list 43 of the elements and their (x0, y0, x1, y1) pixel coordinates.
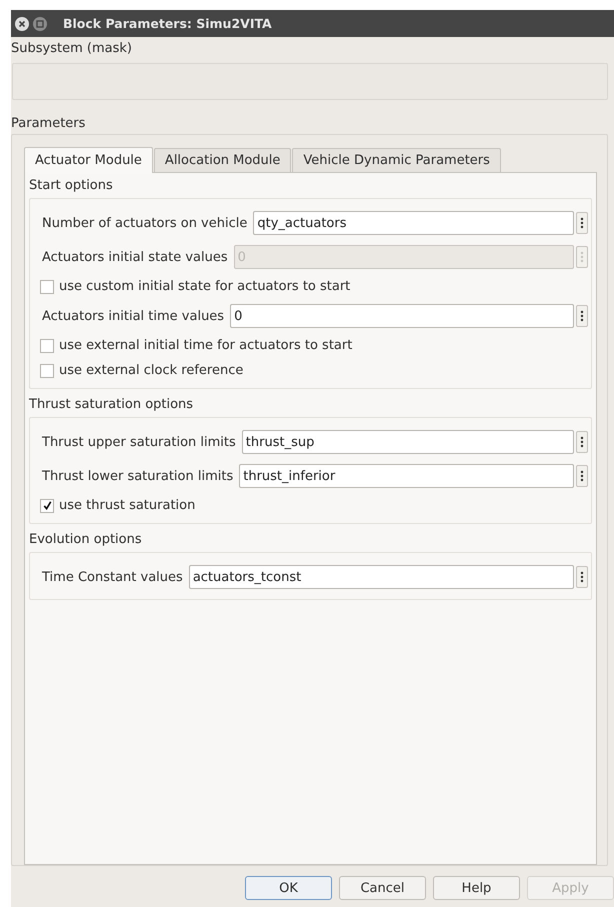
input-field[interactable]: 0 (230, 304, 574, 328)
field-label: Actuators initial time values (42, 308, 224, 324)
more-options-button[interactable] (576, 305, 588, 327)
window-title: Block Parameters: Simu2VITA (63, 16, 272, 31)
vertical-dots-icon (580, 570, 584, 584)
more-options-button[interactable] (576, 431, 588, 453)
field-label: Thrust upper saturation limits (42, 434, 236, 450)
more-options-button[interactable] (576, 566, 588, 588)
more-options-button[interactable] (576, 465, 588, 487)
checkbox[interactable] (40, 280, 54, 294)
section-label: Parameters (11, 116, 86, 132)
input-field[interactable]: qty_actuators (253, 211, 574, 235)
group-title: Evolution options (29, 532, 143, 548)
dialog-button[interactable]: Cancel (339, 876, 426, 900)
checkbox-label: use custom initial state for actuators to start (59, 279, 350, 294)
tab[interactable]: Actuator Module (24, 147, 153, 173)
tab[interactable]: Allocation Module (154, 148, 292, 172)
group-title: Start options (29, 178, 114, 194)
close-icon[interactable] (15, 16, 29, 30)
vertical-dots-icon (580, 435, 584, 449)
section-label: Subsystem (mask) (11, 41, 133, 57)
vertical-dots-icon (580, 469, 584, 483)
checkbox-label: use external clock reference (59, 363, 244, 378)
dialog-button[interactable]: OK (245, 876, 332, 900)
vertical-dots-icon (580, 309, 584, 323)
checkbox-label: use thrust saturation (59, 498, 196, 513)
input-field[interactable]: thrust_inferior (239, 464, 574, 488)
input-field[interactable]: actuators_tconst (188, 565, 574, 589)
checkbox[interactable] (40, 364, 54, 378)
checkbox[interactable] (40, 498, 54, 512)
vertical-dots-icon (580, 250, 584, 264)
field-label: Actuators initial state values (42, 250, 228, 264)
field-label: Time Constant values (42, 570, 183, 584)
checkbox[interactable] (40, 338, 54, 352)
tab[interactable]: Vehicle Dynamic Parameters (292, 148, 501, 172)
vertical-dots-icon (580, 216, 584, 230)
dialog-button[interactable]: Help (433, 876, 520, 900)
checkbox-label: use external initial time for actuators to start (59, 338, 352, 353)
input-field[interactable]: thrust_sup (242, 430, 574, 454)
field-label: Number of actuators on vehicle (42, 216, 248, 230)
field-label: Thrust lower saturation limits (42, 468, 234, 484)
group-title: Thrust saturation options (29, 397, 194, 413)
more-options-button[interactable] (576, 212, 588, 234)
